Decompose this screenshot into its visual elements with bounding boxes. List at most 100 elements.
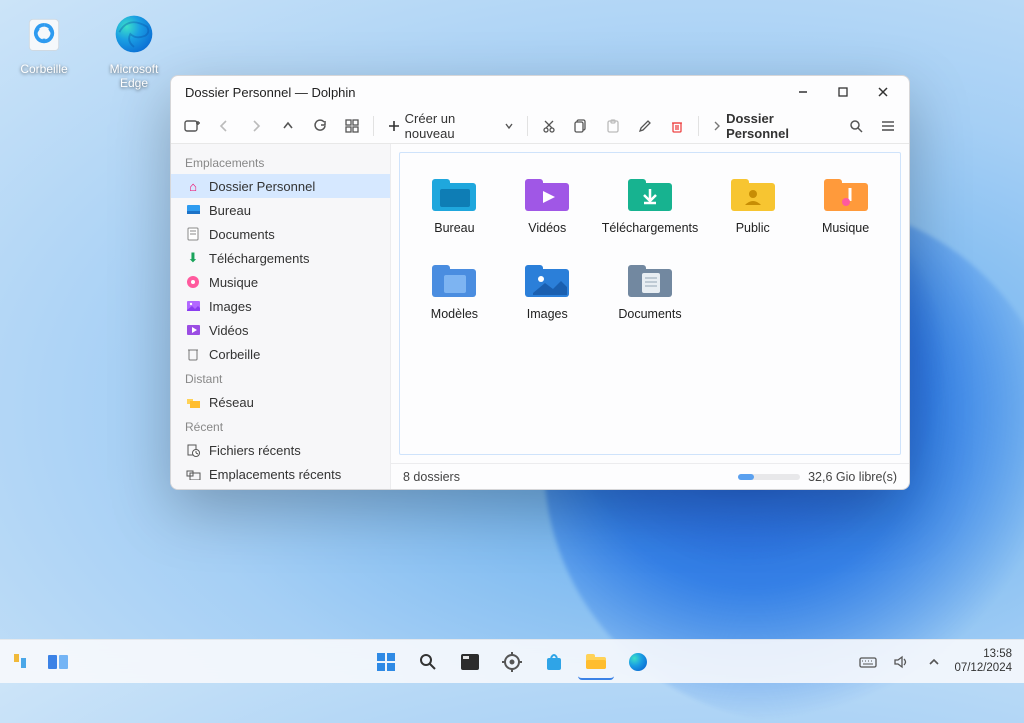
folder-icon xyxy=(523,261,571,301)
gear-icon xyxy=(502,652,522,672)
delete-button[interactable] xyxy=(662,111,692,141)
tray-time: 13:58 xyxy=(954,648,1012,662)
taskbar-app-explorer[interactable] xyxy=(578,644,614,680)
recent-files-icon xyxy=(185,442,201,458)
sidebar-item-home[interactable]: ⌂ Dossier Personnel xyxy=(171,174,390,198)
chevron-up-icon xyxy=(282,120,294,132)
status-count: 8 dossiers xyxy=(403,470,460,484)
folder-videos[interactable]: Vidéos xyxy=(505,171,590,239)
cut-button[interactable] xyxy=(534,111,564,141)
sidebar-section-remote: Distant xyxy=(171,366,390,390)
sidebar-item-label: Téléchargements xyxy=(209,251,309,266)
sidebar-item-label: Documents xyxy=(209,227,275,242)
taskbar-search-button[interactable] xyxy=(410,644,446,680)
taskbar-app-edge[interactable] xyxy=(620,644,656,680)
network-icon xyxy=(185,394,201,410)
grid-icon xyxy=(345,119,359,133)
desktop-icon-recycle-bin[interactable]: Corbeille xyxy=(6,10,82,76)
refresh-icon xyxy=(313,119,327,133)
copy-icon xyxy=(574,119,588,133)
taskbar-start-button[interactable] xyxy=(368,644,404,680)
sidebar-item-network[interactable]: Réseau xyxy=(171,390,390,414)
folder-telechargements[interactable]: Téléchargements xyxy=(598,171,703,239)
sidebar-item-downloads[interactable]: ⬇ Téléchargements xyxy=(171,246,390,270)
keyboard-icon xyxy=(859,655,877,669)
edge-icon xyxy=(110,10,158,58)
sidebar-item-music[interactable]: Musique xyxy=(171,270,390,294)
minimize-button[interactable] xyxy=(783,76,823,108)
view-mode-button[interactable] xyxy=(337,111,367,141)
taskbar-app-store[interactable] xyxy=(536,644,572,680)
sidebar-item-label: Réseau xyxy=(209,395,254,410)
edge-icon xyxy=(628,652,648,672)
sidebar-item-label: Vidéos xyxy=(209,323,249,338)
sidebar-item-recent-places[interactable]: Emplacements récents xyxy=(171,462,390,486)
status-free: 32,6 Gio libre(s) xyxy=(808,470,897,484)
taskbar-app-terminal[interactable] xyxy=(452,644,488,680)
folder-label: Musique xyxy=(822,221,869,235)
search-icon xyxy=(419,653,437,671)
folder-icon xyxy=(430,261,478,301)
taskview-icon xyxy=(47,654,69,670)
folder-icon xyxy=(626,261,674,301)
desktop-icon xyxy=(185,202,201,218)
sidebar-section-recent: Récent xyxy=(171,414,390,438)
sidebar-item-label: Musique xyxy=(209,275,258,290)
refresh-button[interactable] xyxy=(305,111,335,141)
toolbar: Créer un nouveau Dossier Personnel xyxy=(171,108,909,144)
titlebar[interactable]: Dossier Personnel — Dolphin xyxy=(171,76,909,108)
download-icon: ⬇ xyxy=(185,250,201,266)
menu-button[interactable] xyxy=(873,111,903,141)
copy-button[interactable] xyxy=(566,111,596,141)
rename-button[interactable] xyxy=(630,111,660,141)
sidebar-item-recent-files[interactable]: Fichiers récents xyxy=(171,438,390,462)
close-button[interactable] xyxy=(863,76,903,108)
tray-clock[interactable]: 13:58 07/12/2024 xyxy=(954,648,1012,676)
folder-label: Public xyxy=(736,221,770,235)
tray-volume-button[interactable] xyxy=(890,644,914,680)
new-tab-button[interactable] xyxy=(177,111,207,141)
chevron-right-icon xyxy=(251,120,261,132)
desktop-icon-label: Microsoft Edge xyxy=(96,62,172,90)
breadcrumb[interactable]: Dossier Personnel xyxy=(705,111,837,141)
image-icon xyxy=(185,298,201,314)
back-button[interactable] xyxy=(209,111,239,141)
sidebar-item-label: Corbeille xyxy=(209,347,260,362)
up-button[interactable] xyxy=(273,111,303,141)
recycle-bin-icon xyxy=(20,10,68,58)
paste-button[interactable] xyxy=(598,111,628,141)
folder-documents[interactable]: Documents xyxy=(598,257,703,325)
folder-modeles[interactable]: Modèles xyxy=(412,257,497,325)
search-button[interactable] xyxy=(841,111,871,141)
sidebar-item-images[interactable]: Images xyxy=(171,294,390,318)
folder-musique[interactable]: Musique xyxy=(803,171,888,239)
tray-keyboard-button[interactable] xyxy=(856,644,880,680)
tray-chevron-button[interactable] xyxy=(924,644,944,680)
sidebar-item-label: Fichiers récents xyxy=(209,443,301,458)
chevron-down-icon xyxy=(504,121,513,131)
widgets-icon xyxy=(12,652,28,672)
taskbar-widgets-button[interactable] xyxy=(6,644,34,680)
sidebar-section-devices: Périphériques xyxy=(171,486,390,489)
sidebar-section-places: Emplacements xyxy=(171,150,390,174)
forward-button[interactable] xyxy=(241,111,271,141)
bag-icon xyxy=(544,652,564,672)
folder-label: Modèles xyxy=(431,307,478,321)
taskbar-taskview-button[interactable] xyxy=(40,644,76,680)
sidebar-item-label: Images xyxy=(209,299,252,314)
folder-bureau[interactable]: Bureau xyxy=(412,171,497,239)
sidebar-item-documents[interactable]: Documents xyxy=(171,222,390,246)
folder-images[interactable]: Images xyxy=(505,257,590,325)
sidebar-item-trash[interactable]: Corbeille xyxy=(171,342,390,366)
folder-public[interactable]: Public xyxy=(710,171,795,239)
home-icon: ⌂ xyxy=(185,178,201,194)
taskbar-app-settings[interactable] xyxy=(494,644,530,680)
maximize-button[interactable] xyxy=(823,76,863,108)
sidebar-item-desktop[interactable]: Bureau xyxy=(171,198,390,222)
status-bar: 8 dossiers 32,6 Gio libre(s) xyxy=(391,463,909,489)
sidebar-item-videos[interactable]: Vidéos xyxy=(171,318,390,342)
folder-grid[interactable]: Bureau Vidéos Téléchargements Public xyxy=(399,152,901,455)
create-new-button[interactable]: Créer un nouveau xyxy=(380,111,521,141)
sidebar-item-label: Bureau xyxy=(209,203,251,218)
desktop-icon-edge[interactable]: Microsoft Edge xyxy=(96,10,172,90)
